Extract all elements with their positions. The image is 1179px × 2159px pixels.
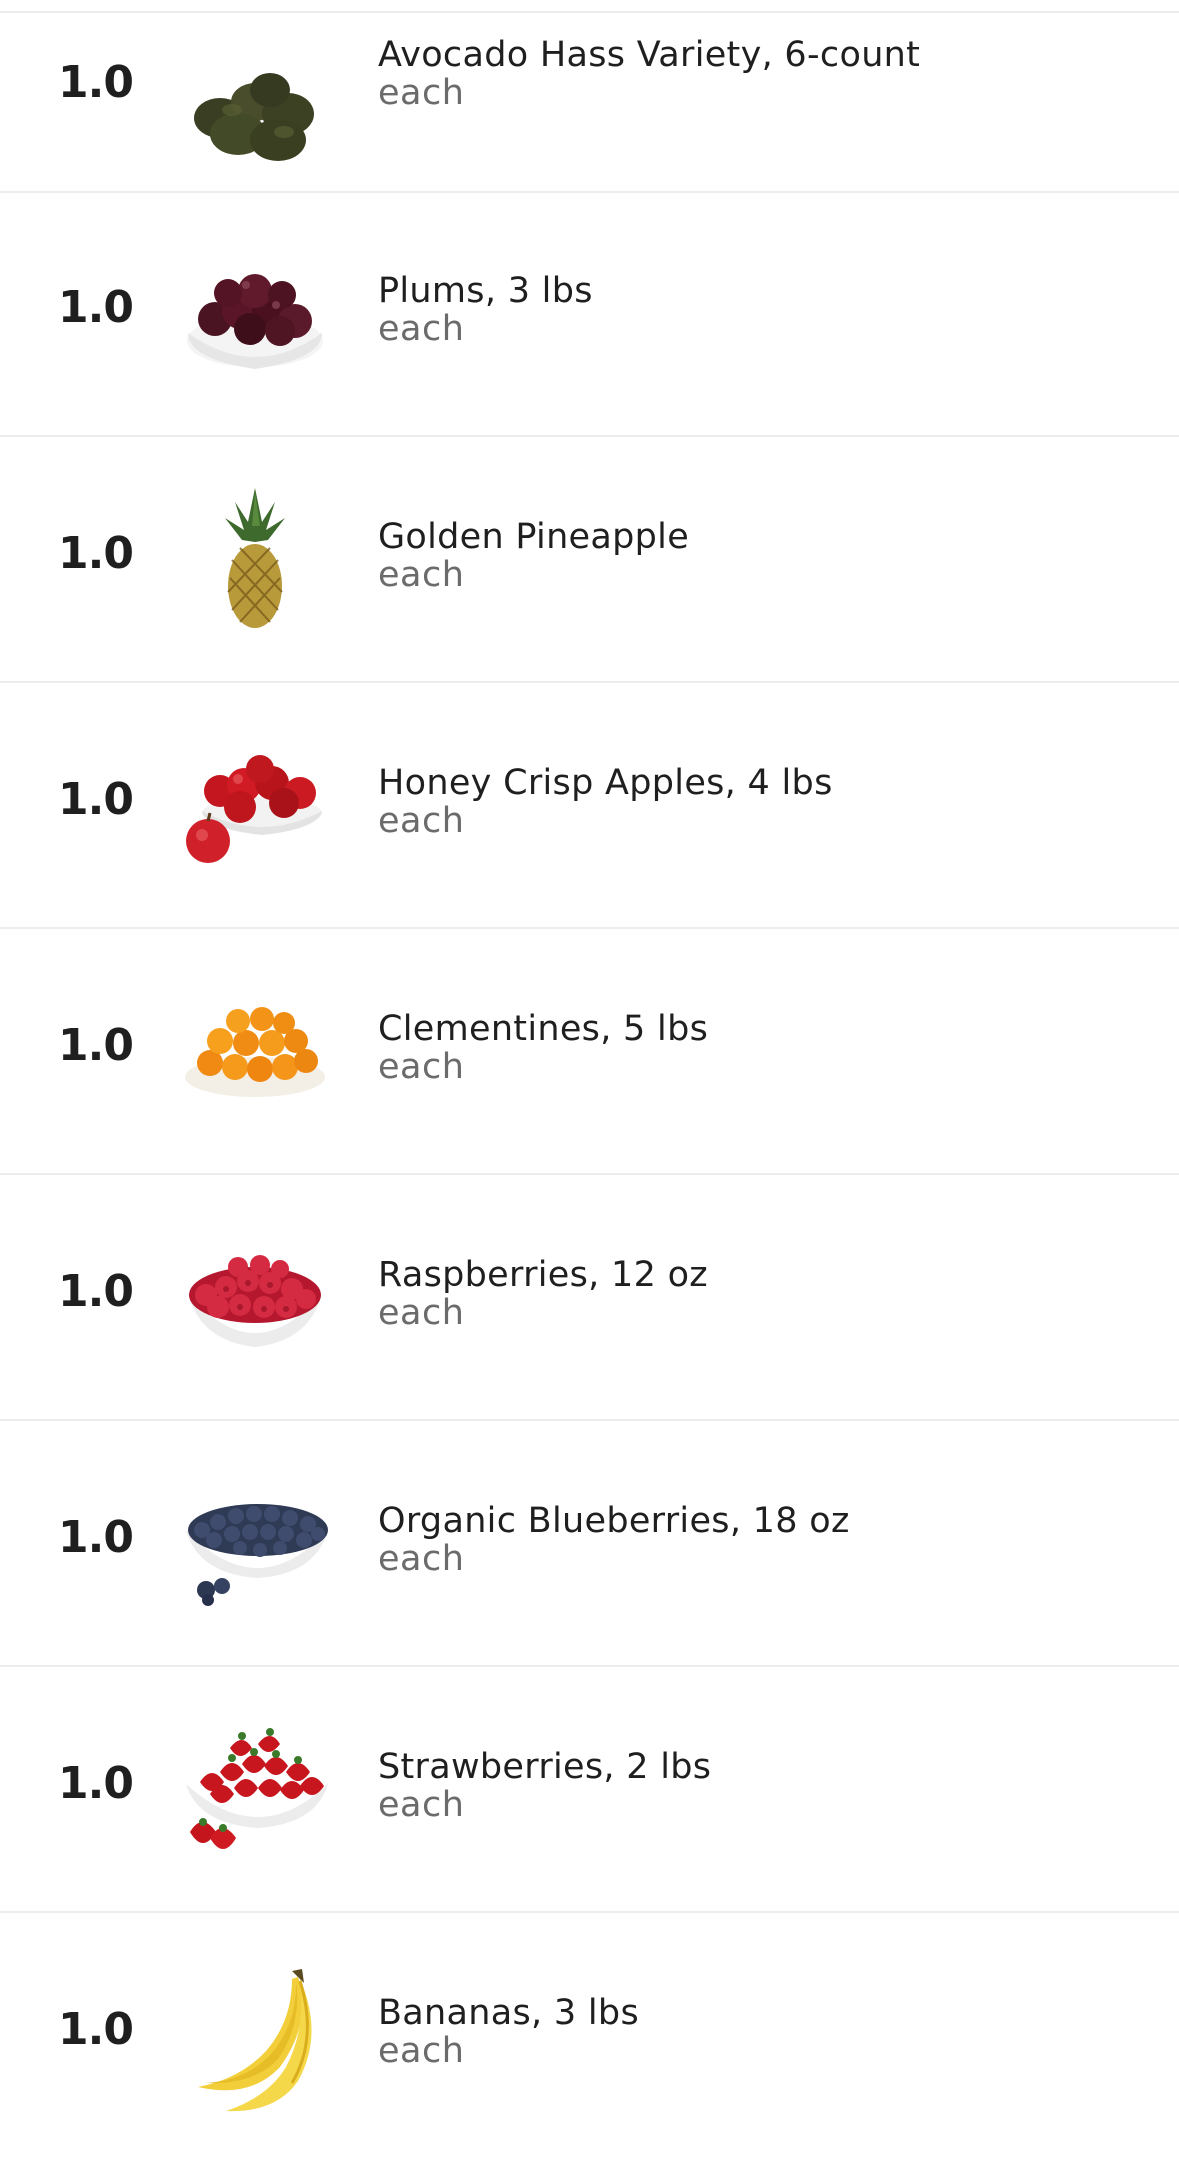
list-item[interactable]: 1.0 Clementines, 5 lbs each — [0, 929, 1179, 1175]
item-unit: each — [378, 73, 465, 113]
item-name: Avocado Hass Variety, 6-count — [378, 35, 921, 75]
list-item[interactable]: 1.0 Golden Pineapple each — [0, 437, 1179, 683]
clementines-icon — [180, 977, 330, 1127]
item-quantity: 1.0 — [58, 1512, 134, 1563]
raspberries-icon — [180, 1223, 330, 1373]
apples-icon — [180, 731, 330, 881]
list-item[interactable]: 1.0 Strawberries, 2 lbs each — [0, 1667, 1179, 1913]
item-unit: each — [378, 309, 465, 349]
item-unit: each — [378, 1293, 465, 1333]
item-name: Raspberries, 12 oz — [378, 1255, 708, 1295]
list-item[interactable]: 1.0 Organic Blueberries, 18 oz each — [0, 1421, 1179, 1667]
item-unit: each — [378, 555, 465, 595]
strawberries-icon — [180, 1712, 330, 1862]
item-name: Organic Blueberries, 18 oz — [378, 1501, 850, 1541]
pineapple-icon — [180, 482, 330, 632]
item-name: Golden Pineapple — [378, 517, 690, 557]
item-unit: each — [378, 1785, 465, 1825]
item-quantity: 1.0 — [58, 1758, 134, 1809]
item-quantity: 1.0 — [58, 282, 134, 333]
item-quantity: 1.0 — [58, 1020, 134, 1071]
item-quantity: 1.0 — [58, 528, 134, 579]
item-quantity: 1.0 — [58, 57, 134, 108]
blueberries-icon — [180, 1466, 330, 1616]
list-item[interactable]: 1.0 Raspberries, 12 oz each — [0, 1175, 1179, 1421]
list-item[interactable]: 1.0 Bananas, 3 lbs each — [0, 1913, 1179, 2159]
avocado-icon — [180, 22, 330, 172]
item-unit: each — [378, 801, 465, 841]
item-quantity: 1.0 — [58, 774, 134, 825]
item-name: Honey Crisp Apples, 4 lbs — [378, 763, 833, 803]
plums-icon — [180, 241, 330, 391]
list-item[interactable]: 1.0 Plums, 3 lbs each — [0, 191, 1179, 437]
list-item[interactable]: 1.0 Honey Crisp Apples, 4 lbs each — [0, 683, 1179, 929]
bananas-icon — [180, 1963, 330, 2113]
item-unit: each — [378, 1047, 465, 1087]
item-quantity: 1.0 — [58, 2004, 134, 2055]
item-quantity: 1.0 — [58, 1266, 134, 1317]
item-name: Clementines, 5 lbs — [378, 1009, 709, 1049]
list-item[interactable]: 1.0 Avocado Hass Variety, 6-count each — [0, 0, 1179, 193]
item-unit: each — [378, 1539, 465, 1579]
item-unit: each — [378, 2031, 465, 2071]
item-name: Strawberries, 2 lbs — [378, 1747, 712, 1787]
item-name: Bananas, 3 lbs — [378, 1993, 639, 2033]
item-name: Plums, 3 lbs — [378, 271, 593, 311]
